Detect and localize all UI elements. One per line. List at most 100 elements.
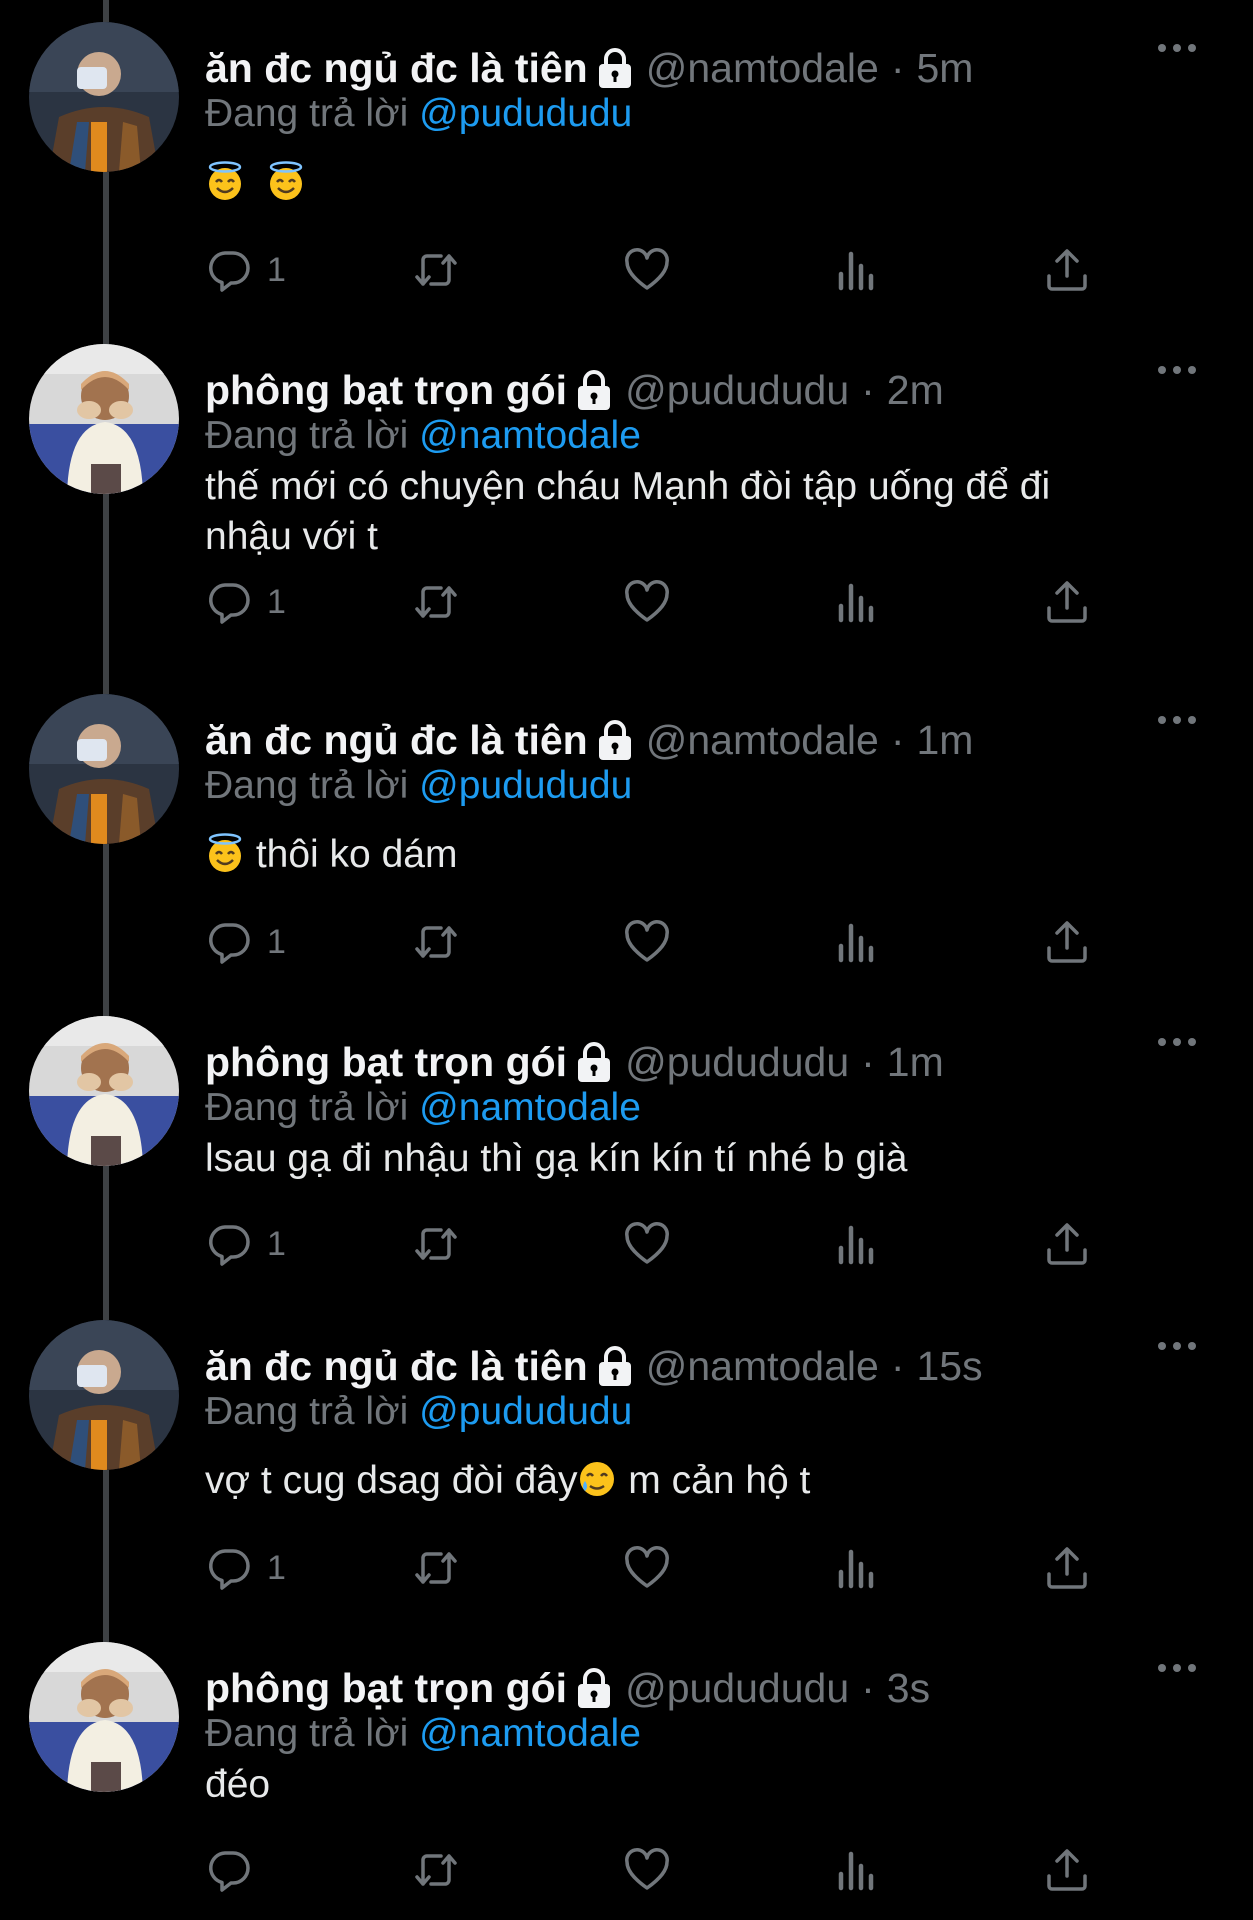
tweet[interactable]: phông bạt trọn gói @pudududu · 3s Đang t…: [0, 1642, 1253, 1920]
more-icon[interactable]: [1147, 350, 1207, 390]
mention-link[interactable]: @namtodale: [419, 1712, 641, 1755]
like-icon: [625, 1222, 669, 1264]
reply-button[interactable]: 1: [205, 240, 286, 300]
smiling-face-with-halo-icon: [266, 161, 306, 201]
tweet-text-content: lsau gạ đi nhậu thì gạ kín kín tí nhé b …: [205, 1137, 908, 1180]
share-button[interactable]: [1043, 572, 1091, 632]
handle[interactable]: @namtodale: [646, 1340, 879, 1392]
separator: ·: [890, 45, 905, 91]
avatar-pudududu: [29, 1016, 179, 1166]
more-icon[interactable]: [1147, 1648, 1207, 1688]
avatar[interactable]: [29, 1016, 179, 1166]
views-button[interactable]: [833, 912, 881, 972]
reply-icon: [209, 583, 250, 624]
like-icon: [625, 248, 669, 290]
avatar[interactable]: [29, 694, 179, 844]
mention-link[interactable]: @pudududu: [419, 92, 632, 135]
retweet-button[interactable]: [412, 1538, 460, 1598]
reply-count: 1: [267, 1224, 286, 1263]
views-button[interactable]: [833, 572, 881, 632]
views-icon: [838, 923, 874, 963]
avatar[interactable]: [29, 1642, 179, 1792]
mention-link[interactable]: @namtodale: [419, 414, 641, 457]
tweet-text-content: vợ t cug dsag đòi đây: [205, 1459, 578, 1502]
like-button[interactable]: [623, 1214, 671, 1274]
tweet[interactable]: ăn đc ngủ đc là tiên @namtodale · 15s Đa…: [0, 1320, 1253, 1620]
tweet-actions: 1: [205, 1214, 1105, 1274]
handle[interactable]: @pudududu: [625, 364, 849, 416]
handle[interactable]: @namtodale: [646, 42, 879, 94]
more-icon[interactable]: [1147, 700, 1207, 740]
share-button[interactable]: [1043, 1538, 1091, 1598]
thread-line: [103, 0, 109, 22]
avatar[interactable]: [29, 1320, 179, 1470]
more-icon[interactable]: [1147, 28, 1207, 68]
reply-button[interactable]: 1: [205, 1214, 286, 1274]
avatar[interactable]: [29, 22, 179, 172]
avatar[interactable]: [29, 344, 179, 494]
tweet-actions: 1: [205, 912, 1105, 972]
reply-button[interactable]: 1: [205, 1538, 286, 1598]
share-button[interactable]: [1043, 1214, 1091, 1274]
tweet[interactable]: ăn đc ngủ đc là tiên @namtodale · 5m Đan…: [0, 22, 1253, 322]
reply-button[interactable]: [205, 1840, 253, 1900]
separator: ·: [861, 1039, 875, 1085]
share-button[interactable]: [1043, 240, 1091, 300]
retweet-button[interactable]: [412, 1214, 460, 1274]
retweet-button[interactable]: [412, 240, 460, 300]
mention-link[interactable]: @pudududu: [419, 1390, 632, 1433]
display-name[interactable]: ăn đc ngủ đc là tiên: [205, 1340, 588, 1392]
timestamp[interactable]: 1m: [916, 714, 973, 766]
tweet[interactable]: ăn đc ngủ đc là tiên @namtodale · 1m Đan…: [0, 694, 1253, 994]
share-button[interactable]: [1043, 1840, 1091, 1900]
retweet-button[interactable]: [412, 572, 460, 632]
tweet-actions: [205, 1840, 1105, 1900]
retweet-button[interactable]: [412, 1840, 460, 1900]
lock-icon: [575, 368, 613, 412]
handle[interactable]: @pudududu: [625, 1662, 849, 1714]
smiling-face-with-halo-icon: [205, 161, 245, 201]
timestamp[interactable]: 2m: [887, 364, 944, 416]
like-button[interactable]: [623, 1538, 671, 1598]
views-button[interactable]: [833, 1538, 881, 1598]
reply-count: 1: [267, 1548, 286, 1587]
display-name[interactable]: phông bạt trọn gói: [205, 364, 567, 416]
separator: ·: [890, 717, 905, 763]
views-button[interactable]: [833, 1214, 881, 1274]
like-button[interactable]: [623, 1840, 671, 1900]
tweet[interactable]: phông bạt trọn gói @pudududu · 1m Đang t…: [0, 1016, 1253, 1306]
more-icon[interactable]: [1147, 1326, 1207, 1366]
tweet-text-content: thôi ko dám: [255, 833, 458, 876]
retweet-icon: [415, 1854, 457, 1886]
like-button[interactable]: [623, 912, 671, 972]
separator: ·: [890, 1343, 905, 1389]
display-name[interactable]: phông bạt trọn gói: [205, 1036, 567, 1088]
like-button[interactable]: [623, 240, 671, 300]
reply-prefix: Đang trả lời: [205, 92, 409, 135]
more-icon[interactable]: [1147, 1022, 1207, 1062]
reply-button[interactable]: 1: [205, 572, 286, 632]
tweet-header: phông bạt trọn gói @pudududu · 2m: [205, 364, 1195, 416]
handle[interactable]: @pudududu: [625, 1036, 849, 1088]
retweet-button[interactable]: [412, 912, 460, 972]
reply-count: 1: [267, 922, 286, 961]
reply-button[interactable]: 1: [205, 912, 286, 972]
handle[interactable]: @namtodale: [646, 714, 879, 766]
display-name[interactable]: phông bạt trọn gói: [205, 1662, 567, 1714]
tweet[interactable]: phông bạt trọn gói @pudududu · 2m Đang t…: [0, 344, 1253, 674]
mention-link[interactable]: @pudududu: [419, 764, 632, 807]
share-button[interactable]: [1043, 912, 1091, 972]
timestamp[interactable]: 3s: [887, 1662, 930, 1714]
display-name[interactable]: ăn đc ngủ đc là tiên: [205, 714, 588, 766]
views-button[interactable]: [833, 240, 881, 300]
timestamp[interactable]: 1m: [887, 1036, 944, 1088]
reply-prefix: Đang trả lời: [205, 1390, 409, 1433]
mention-link[interactable]: @namtodale: [419, 1086, 641, 1129]
tweet-header: ăn đc ngủ đc là tiên @namtodale · 15s: [205, 1340, 1195, 1392]
like-button[interactable]: [623, 572, 671, 632]
timestamp[interactable]: 5m: [916, 42, 973, 94]
timestamp[interactable]: 15s: [916, 1340, 982, 1392]
display-name[interactable]: ăn đc ngủ đc là tiên: [205, 42, 588, 94]
views-button[interactable]: [833, 1840, 881, 1900]
retweet-icon: [415, 926, 457, 958]
